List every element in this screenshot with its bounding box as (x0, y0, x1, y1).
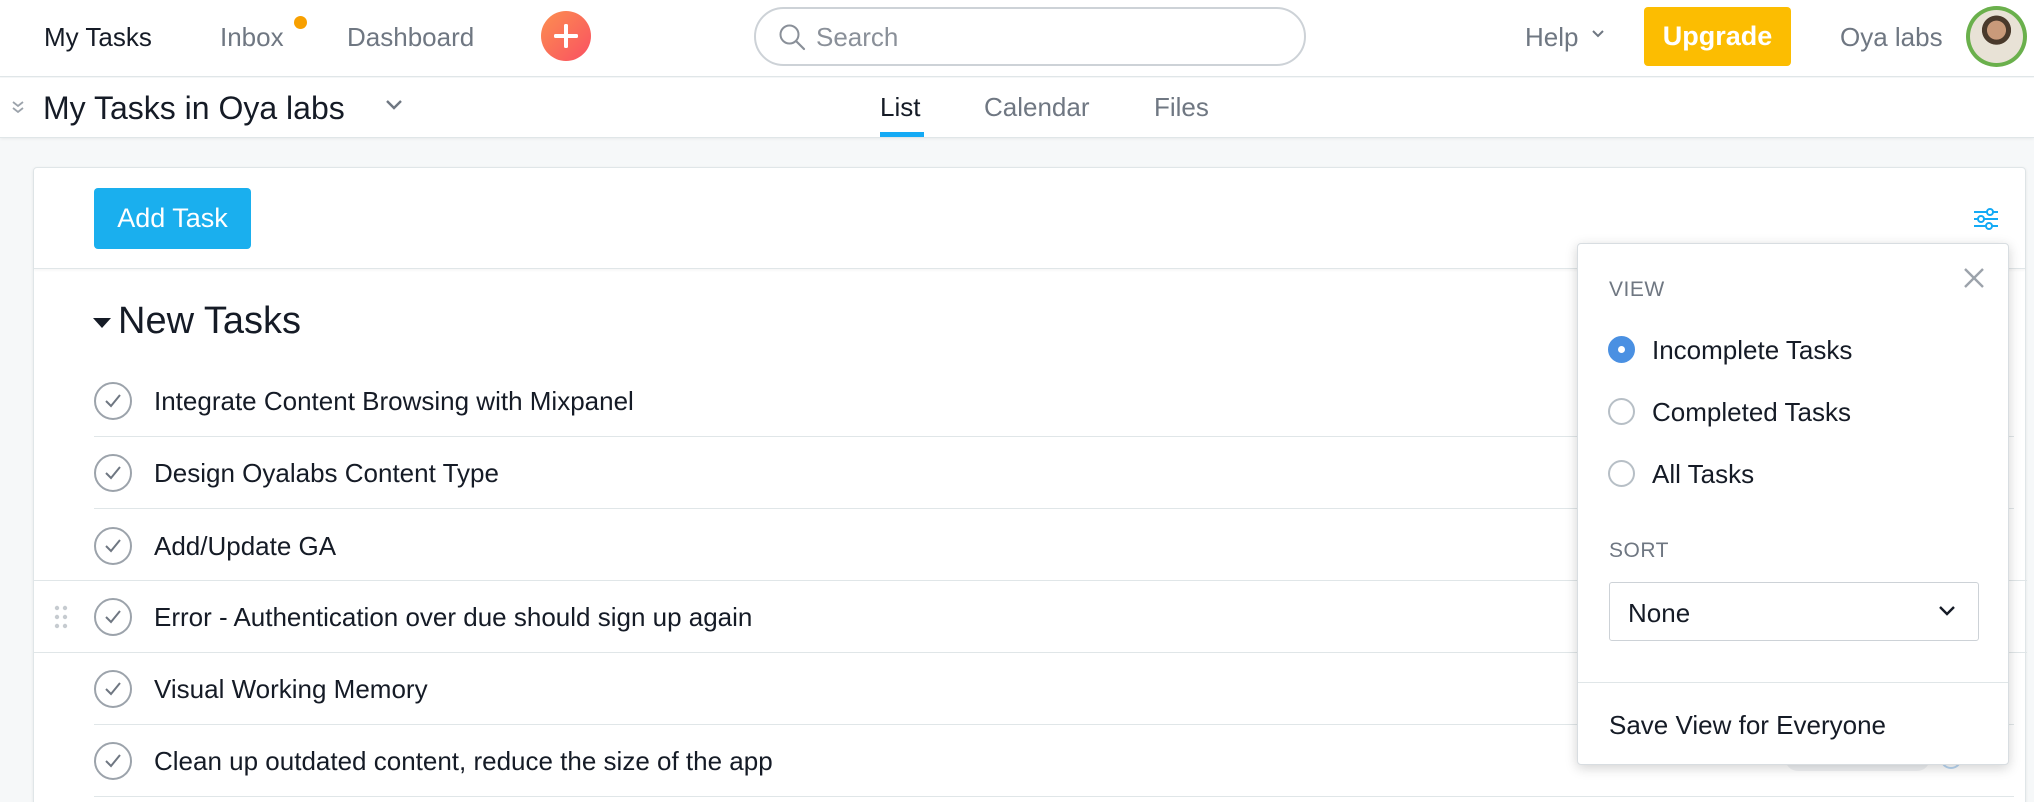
plus-icon (554, 24, 578, 48)
radio-button[interactable] (1608, 398, 1635, 425)
task-name[interactable]: Visual Working Memory (154, 674, 428, 705)
radio-label[interactable]: Completed Tasks (1652, 397, 1851, 428)
complete-task-button[interactable] (94, 670, 132, 708)
sort-select-value: None (1628, 598, 1691, 628)
page-title: My Tasks in Oya labs (43, 90, 345, 126)
top-nav-bar: My Tasks Inbox Dashboard Help Upgrade Oy… (0, 0, 2034, 77)
checkmark-icon (105, 682, 121, 696)
radio-label[interactable]: All Tasks (1652, 459, 1754, 490)
checkmark-icon (105, 610, 121, 624)
radio-button[interactable] (1608, 336, 1635, 363)
radio-button[interactable] (1608, 460, 1635, 487)
view-options-panel: VIEW Incomplete Tasks Completed Tasks Al… (1577, 243, 2009, 765)
complete-task-button[interactable] (94, 742, 132, 780)
sort-section-label: SORT (1609, 539, 1669, 562)
project-header: My Tasks in Oya labs List Calendar Files (0, 78, 2034, 138)
complete-task-button[interactable] (94, 382, 132, 420)
nav-my-tasks[interactable]: My Tasks (44, 22, 152, 53)
avatar-photo (1970, 10, 2023, 63)
sort-select[interactable]: None (1609, 582, 1979, 641)
search-box[interactable] (754, 7, 1306, 66)
checkmark-icon (105, 394, 121, 408)
tab-list[interactable]: List (880, 92, 920, 123)
task-name[interactable]: Add/Update GA (154, 531, 336, 562)
upgrade-button[interactable]: Upgrade (1644, 7, 1791, 66)
close-icon[interactable] (1962, 266, 1986, 290)
tab-files[interactable]: Files (1154, 92, 1209, 123)
search-icon (779, 24, 806, 51)
chevron-down-icon[interactable] (1591, 29, 1605, 39)
checkmark-icon (105, 754, 121, 768)
checkmark-icon (105, 539, 121, 553)
complete-task-button[interactable] (94, 598, 132, 636)
view-section-label: VIEW (1609, 278, 1665, 301)
inbox-notification-dot (294, 16, 307, 29)
double-chevron-down-icon[interactable] (10, 99, 26, 115)
add-task-button[interactable]: Add Task (94, 188, 251, 249)
chevron-down-icon (1939, 606, 1955, 616)
active-tab-indicator (880, 132, 924, 137)
nav-inbox[interactable]: Inbox (220, 22, 284, 53)
avatar[interactable] (1966, 6, 2027, 67)
task-name[interactable]: Design Oyalabs Content Type (154, 458, 499, 489)
section-title: New Tasks (118, 300, 302, 342)
save-view-button[interactable]: Save View for Everyone (1609, 710, 1886, 741)
chevron-down-icon[interactable] (384, 98, 404, 112)
complete-task-button[interactable] (94, 454, 132, 492)
panel-divider (1578, 682, 2008, 683)
nav-dashboard[interactable]: Dashboard (347, 22, 474, 53)
complete-task-button[interactable] (94, 527, 132, 565)
checkmark-icon (105, 466, 121, 480)
task-name[interactable]: Integrate Content Browsing with Mixpanel (154, 386, 634, 417)
quick-add-button[interactable] (541, 11, 591, 61)
organization-switcher[interactable]: Oya labs (1840, 22, 1943, 53)
sliders-icon[interactable] (1972, 208, 2000, 230)
radio-label[interactable]: Incomplete Tasks (1652, 335, 1852, 366)
help-menu[interactable]: Help (1525, 22, 1578, 53)
search-input[interactable] (816, 21, 1276, 53)
task-name[interactable]: Clean up outdated content, reduce the si… (154, 746, 773, 777)
tab-calendar[interactable]: Calendar (984, 92, 1090, 123)
caret-down-icon[interactable] (92, 317, 112, 329)
drag-handle-icon[interactable] (54, 605, 68, 629)
task-name[interactable]: Error - Authentication over due should s… (154, 602, 752, 633)
